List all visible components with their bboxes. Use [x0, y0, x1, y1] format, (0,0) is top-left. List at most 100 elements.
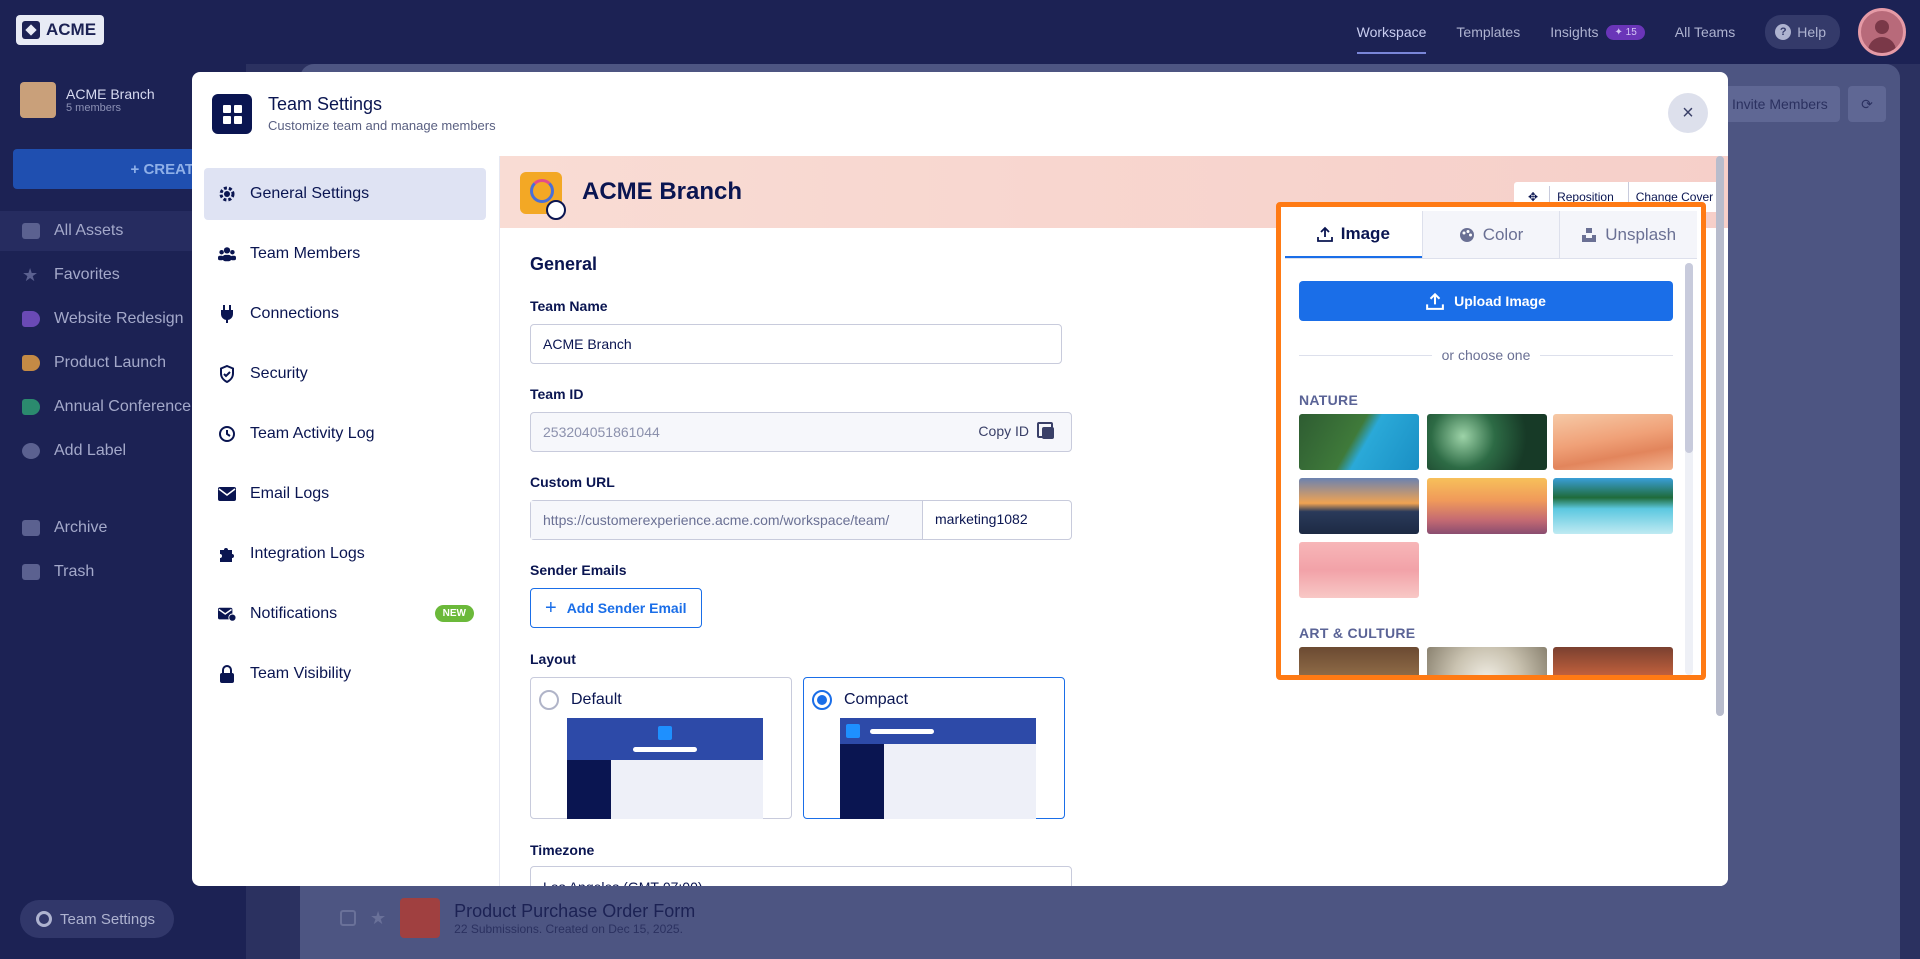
- nav-team-visibility[interactable]: Team Visibility: [204, 648, 486, 700]
- nav-email-logs[interactable]: Email Logs: [204, 468, 486, 520]
- lock-icon: [218, 665, 236, 683]
- sidebar-team-name: ACME Branch: [66, 86, 155, 102]
- nav-workspace[interactable]: Workspace: [1356, 0, 1426, 64]
- team-settings-button[interactable]: Team Settings: [20, 900, 174, 938]
- trash-icon: [22, 564, 40, 580]
- star-icon[interactable]: ★: [370, 908, 386, 929]
- team-id-value: 253204051861044: [543, 424, 660, 440]
- content-scrollbar[interactable]: [1716, 156, 1724, 716]
- refresh-icon[interactable]: ⟳: [1848, 86, 1886, 122]
- help-label: Help: [1797, 24, 1826, 40]
- nav-team-members[interactable]: Team Members: [204, 228, 486, 280]
- category-art-culture: ART & CULTURE: [1299, 625, 1416, 641]
- nav-insights[interactable]: Insights ✦ 15: [1550, 0, 1645, 64]
- layout-compact-label: Compact: [844, 691, 909, 708]
- plus-circle-icon: [22, 443, 40, 459]
- custom-url-label: Custom URL: [530, 474, 615, 490]
- custom-url-prefix: https://customerexperience.acme.com/work…: [531, 501, 923, 539]
- history-icon: [218, 425, 236, 443]
- cover-thumb-nature-6[interactable]: [1553, 478, 1673, 534]
- popover-scrollbar[interactable]: [1685, 263, 1693, 453]
- custom-url-field[interactable]: https://customerexperience.acme.com/work…: [530, 500, 1072, 540]
- cover-thumb-nature-7[interactable]: [1299, 542, 1419, 598]
- nav-general-settings[interactable]: General Settings: [204, 168, 486, 220]
- invite-members-button[interactable]: Invite Members: [1720, 86, 1840, 122]
- nav-notifications[interactable]: Notifications NEW: [204, 588, 486, 640]
- tab-unsplash[interactable]: Unsplash: [1559, 211, 1698, 258]
- unsplash-icon: [1581, 227, 1597, 243]
- team-avatar[interactable]: [520, 172, 566, 220]
- logo-icon: [22, 21, 40, 39]
- cover-thumb-art-2[interactable]: [1427, 647, 1547, 675]
- modal-header: Team Settings Customize team and manage …: [192, 72, 1728, 156]
- tab-color[interactable]: Color: [1421, 211, 1560, 258]
- upload-image-button[interactable]: Upload Image: [1299, 281, 1673, 321]
- palette-icon: [1459, 227, 1475, 243]
- row-checkbox[interactable]: [340, 910, 356, 926]
- timezone-select[interactable]: Los Angeles (GMT-07:00): [530, 866, 1072, 886]
- top-bar: ACME Workspace Templates Insights ✦ 15 Al…: [0, 0, 1920, 64]
- layout-compact-preview: [840, 718, 1036, 819]
- tab-image[interactable]: Image: [1285, 211, 1422, 258]
- cover-thumb-nature-4[interactable]: [1299, 478, 1419, 534]
- copy-id-button[interactable]: Copy ID: [978, 422, 1055, 440]
- radio-default[interactable]: [539, 690, 559, 710]
- label-icon: [22, 355, 40, 371]
- camera-icon[interactable]: [546, 200, 566, 220]
- team-name-label: Team Name: [530, 298, 608, 314]
- cover-thumb-nature-5[interactable]: [1427, 478, 1547, 534]
- nav-all-teams[interactable]: All Teams: [1675, 0, 1735, 64]
- star-icon: ★: [22, 265, 39, 285]
- users-icon: [218, 245, 236, 263]
- cover-tabs: Image Color Unsplash: [1285, 211, 1698, 259]
- cover-thumb-art-3[interactable]: [1553, 647, 1673, 675]
- grid-icon: [22, 223, 40, 239]
- or-choose-one: or choose one: [1299, 345, 1673, 365]
- nav-team-activity-log[interactable]: Team Activity Log: [204, 408, 486, 460]
- label-icon: [22, 399, 40, 415]
- nav-security[interactable]: Security: [204, 348, 486, 400]
- layout-label: Layout: [530, 651, 576, 667]
- sender-emails-label: Sender Emails: [530, 562, 627, 578]
- change-cover-popover: Image Color Unsplash Upload Image or cho…: [1276, 202, 1706, 680]
- plug-icon: [218, 305, 236, 323]
- cover-thumb-nature-3[interactable]: [1553, 414, 1673, 470]
- mail-bell-icon: [218, 605, 236, 623]
- gear-icon: [218, 185, 236, 203]
- archive-icon: [22, 520, 40, 536]
- add-sender-email-button[interactable]: + Add Sender Email: [530, 588, 702, 628]
- help-button[interactable]: ? Help: [1765, 15, 1840, 49]
- nav-templates[interactable]: Templates: [1456, 0, 1520, 64]
- category-nature: NATURE: [1299, 392, 1359, 408]
- nav-insights-label: Insights: [1550, 24, 1599, 40]
- team-name-input[interactable]: ACME Branch: [530, 324, 1062, 364]
- cover-thumb-nature-1[interactable]: [1299, 414, 1419, 470]
- top-nav: Workspace Templates Insights ✦ 15 All Tea…: [1356, 0, 1920, 64]
- custom-url-value[interactable]: marketing1082: [935, 511, 1028, 527]
- plus-icon: +: [545, 596, 557, 619]
- logo-text: ACME: [46, 20, 97, 39]
- layout-default-label: Default: [571, 691, 622, 708]
- radio-compact[interactable]: [812, 690, 832, 710]
- close-button[interactable]: ×: [1668, 93, 1708, 133]
- timezone-label: Timezone: [530, 842, 595, 858]
- team-avatar-small: [20, 82, 56, 118]
- nav-integration-logs[interactable]: Integration Logs: [204, 528, 486, 580]
- help-icon: ?: [1775, 24, 1792, 40]
- cover-thumb-art-1[interactable]: [1299, 647, 1419, 675]
- copy-icon: [1037, 422, 1055, 440]
- team-id-label: Team ID: [530, 386, 584, 402]
- layout-option-compact[interactable]: Compact: [803, 677, 1065, 819]
- team-id-field: 253204051861044 Copy ID: [530, 412, 1072, 452]
- section-title: General: [530, 254, 598, 274]
- user-avatar[interactable]: [1858, 8, 1906, 56]
- form-title: Product Purchase Order Form: [454, 900, 696, 921]
- layout-option-default[interactable]: Default: [530, 677, 792, 819]
- form-list-row[interactable]: ★ Product Purchase Order Form 22 Submiss…: [340, 898, 695, 938]
- sidebar-team[interactable]: ACME Branch 5 members: [20, 82, 155, 118]
- team-settings-icon: [212, 94, 252, 134]
- nav-connections[interactable]: Connections: [204, 288, 486, 340]
- modal-subtitle: Customize team and manage members: [268, 118, 496, 133]
- cover-thumb-nature-2[interactable]: [1427, 414, 1547, 470]
- acme-logo[interactable]: ACME: [16, 15, 104, 45]
